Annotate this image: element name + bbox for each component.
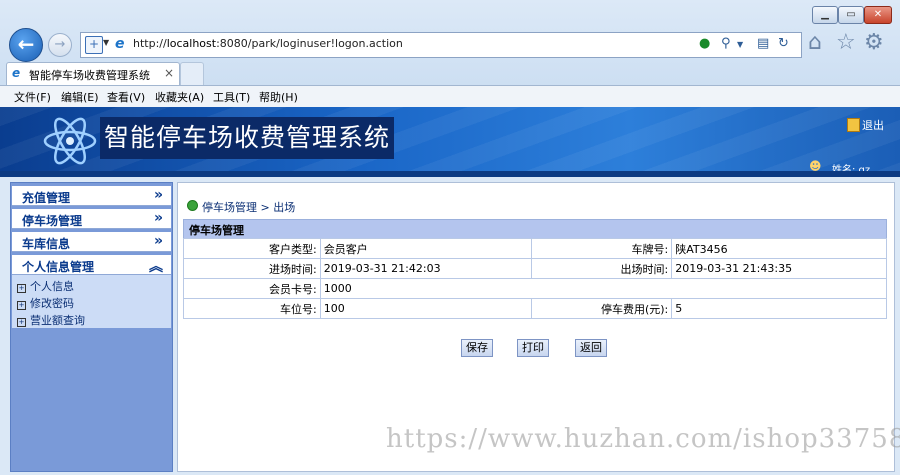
watermark-text: https://www.huzhan.com/ishop33758 bbox=[386, 424, 900, 454]
favorites-star-icon[interactable]: ☆ bbox=[836, 30, 856, 55]
print-button[interactable]: 打印 bbox=[517, 339, 549, 357]
submenu-label: 修改密码 bbox=[30, 297, 74, 310]
forward-button[interactable]: → bbox=[48, 33, 72, 57]
minimize-button[interactable]: ▁ bbox=[812, 6, 838, 24]
refresh-icon[interactable]: ↻ bbox=[778, 36, 789, 51]
tab-ie-icon: e bbox=[12, 66, 21, 80]
home-icon[interactable]: ⌂ bbox=[808, 30, 822, 55]
sidebar-item-label: 充值管理 bbox=[22, 191, 71, 205]
detail-table: 客户类型: 会员客户 车牌号: 陕AT3456 进场时间: 2019-03-31… bbox=[183, 238, 888, 319]
browser-tab[interactable]: e 智能停车场收费管理系统 × bbox=[6, 62, 180, 85]
atom-logo-icon bbox=[43, 117, 97, 165]
sidebar-submenu: + 个人信息 + 修改密码 + 营业额查询 bbox=[12, 275, 171, 328]
address-bar[interactable]: + ▼ e http://localhost:8080/park/loginus… bbox=[80, 32, 802, 58]
app-header: 智能停车场收费管理系统 退出 ☻ 姓名: gz bbox=[0, 107, 900, 177]
new-tab-button[interactable] bbox=[180, 62, 204, 85]
double-chevron-up-icon: ︽ bbox=[149, 259, 163, 275]
maximize-button[interactable]: ▭ bbox=[838, 6, 864, 24]
sidebar: 充值管理 » 停车场管理 » 车库信息 » 个人信息管理 ︽ + 个人信息 + 修改… bbox=[10, 182, 173, 472]
menu-bar: 文件(F) 编辑(E) 查看(V) 收藏夹(A) 工具(T) 帮助(H) bbox=[0, 85, 900, 108]
tab-close-icon[interactable]: × bbox=[164, 66, 174, 80]
sidebar-item-parking[interactable]: 停车场管理 » bbox=[12, 209, 171, 229]
logout-link[interactable]: 退出 bbox=[862, 117, 884, 133]
back-button[interactable]: ← bbox=[9, 28, 43, 62]
logout-icon[interactable] bbox=[847, 118, 860, 132]
menu-file[interactable]: 文件(F) bbox=[14, 89, 51, 105]
submenu-personal-info[interactable]: + 个人信息 bbox=[17, 278, 74, 294]
field-value: 5 bbox=[671, 298, 887, 319]
field-label: 停车费用(元): bbox=[531, 298, 673, 319]
field-label: 会员卡号: bbox=[183, 278, 321, 299]
breadcrumb: 停车场管理 > 出场 bbox=[202, 201, 296, 214]
close-window-button[interactable]: ✕ bbox=[864, 6, 892, 24]
breadcrumb-bullet-icon bbox=[187, 200, 198, 211]
menu-edit[interactable]: 编辑(E) bbox=[61, 89, 99, 105]
table-row: 车位号: 100 停车费用(元): 5 bbox=[183, 298, 887, 319]
submenu-revenue-query[interactable]: + 营业额查询 bbox=[17, 312, 85, 328]
system-title: 智能停车场收费管理系统 bbox=[104, 123, 391, 152]
tab-title: 智能停车场收费管理系统 bbox=[29, 69, 150, 82]
field-value: 会员客户 bbox=[319, 238, 533, 259]
browser-chrome: ▁ ▭ ✕ ← → + ▼ e http://localhost:8080/pa… bbox=[0, 0, 900, 108]
table-row: 进场时间: 2019-03-31 21:42:03 出场时间: 2019-03-… bbox=[183, 258, 887, 279]
expand-box-icon: + bbox=[17, 318, 26, 327]
field-label: 车牌号: bbox=[531, 238, 673, 259]
field-label: 客户类型: bbox=[183, 238, 321, 259]
double-chevron-right-icon: » bbox=[153, 210, 163, 226]
sidebar-item-recharge[interactable]: 充值管理 » bbox=[12, 186, 171, 206]
field-value: 2019-03-31 21:42:03 bbox=[319, 258, 533, 279]
field-value: 2019-03-31 21:43:35 bbox=[671, 258, 887, 279]
menu-view[interactable]: 查看(V) bbox=[107, 89, 145, 105]
settings-gear-icon[interactable]: ⚙ bbox=[864, 30, 884, 55]
panel-title: 停车场管理 bbox=[189, 224, 244, 237]
security-icon[interactable]: ● bbox=[699, 36, 710, 51]
field-value: 1000 bbox=[319, 278, 888, 299]
expand-box-icon: + bbox=[17, 301, 26, 310]
field-label: 出场时间: bbox=[531, 258, 673, 279]
submenu-change-password[interactable]: + 修改密码 bbox=[17, 295, 74, 311]
table-row: 客户类型: 会员客户 车牌号: 陕AT3456 bbox=[183, 238, 887, 259]
panel-title-bar: 停车场管理 bbox=[183, 219, 887, 239]
table-row: 会员卡号: 1000 bbox=[183, 278, 888, 299]
compat-view-icon[interactable]: ▤ bbox=[757, 36, 769, 51]
search-dropdown-icon[interactable]: ▼ bbox=[737, 40, 743, 49]
submenu-label: 个人信息 bbox=[30, 280, 74, 293]
sidebar-item-label: 停车场管理 bbox=[22, 214, 83, 228]
menu-help[interactable]: 帮助(H) bbox=[259, 89, 298, 105]
ie-page-icon: e bbox=[115, 36, 125, 52]
sidebar-item-personal[interactable]: 个人信息管理 ︽ bbox=[12, 255, 171, 275]
sidebar-item-garage[interactable]: 车库信息 » bbox=[12, 232, 171, 252]
expand-box-icon: + bbox=[17, 284, 26, 293]
search-icon[interactable]: ⚲ bbox=[721, 36, 731, 51]
save-button[interactable]: 保存 bbox=[461, 339, 493, 357]
field-label: 进场时间: bbox=[183, 258, 321, 279]
sidebar-item-label: 个人信息管理 bbox=[22, 260, 95, 274]
field-label: 车位号: bbox=[183, 298, 321, 319]
dropdown-arrow-icon[interactable]: ▼ bbox=[103, 38, 109, 47]
compat-shield-icon[interactable]: + bbox=[85, 36, 103, 54]
header-bottom-stripe bbox=[0, 171, 900, 177]
menu-tools[interactable]: 工具(T) bbox=[213, 89, 250, 105]
field-value: 100 bbox=[319, 298, 533, 319]
double-chevron-right-icon: » bbox=[153, 187, 163, 203]
field-value: 陕AT3456 bbox=[671, 238, 887, 259]
system-title-box: 智能停车场收费管理系统 bbox=[100, 117, 395, 159]
submenu-label: 营业额查询 bbox=[30, 314, 85, 327]
menu-favorites[interactable]: 收藏夹(A) bbox=[155, 89, 204, 105]
sidebar-item-label: 车库信息 bbox=[22, 237, 71, 251]
back-button-form[interactable]: 返回 bbox=[575, 339, 607, 357]
address-url[interactable]: http://localhost:8080/park/loginuser!log… bbox=[133, 37, 403, 50]
double-chevron-right-icon: » bbox=[153, 233, 163, 249]
